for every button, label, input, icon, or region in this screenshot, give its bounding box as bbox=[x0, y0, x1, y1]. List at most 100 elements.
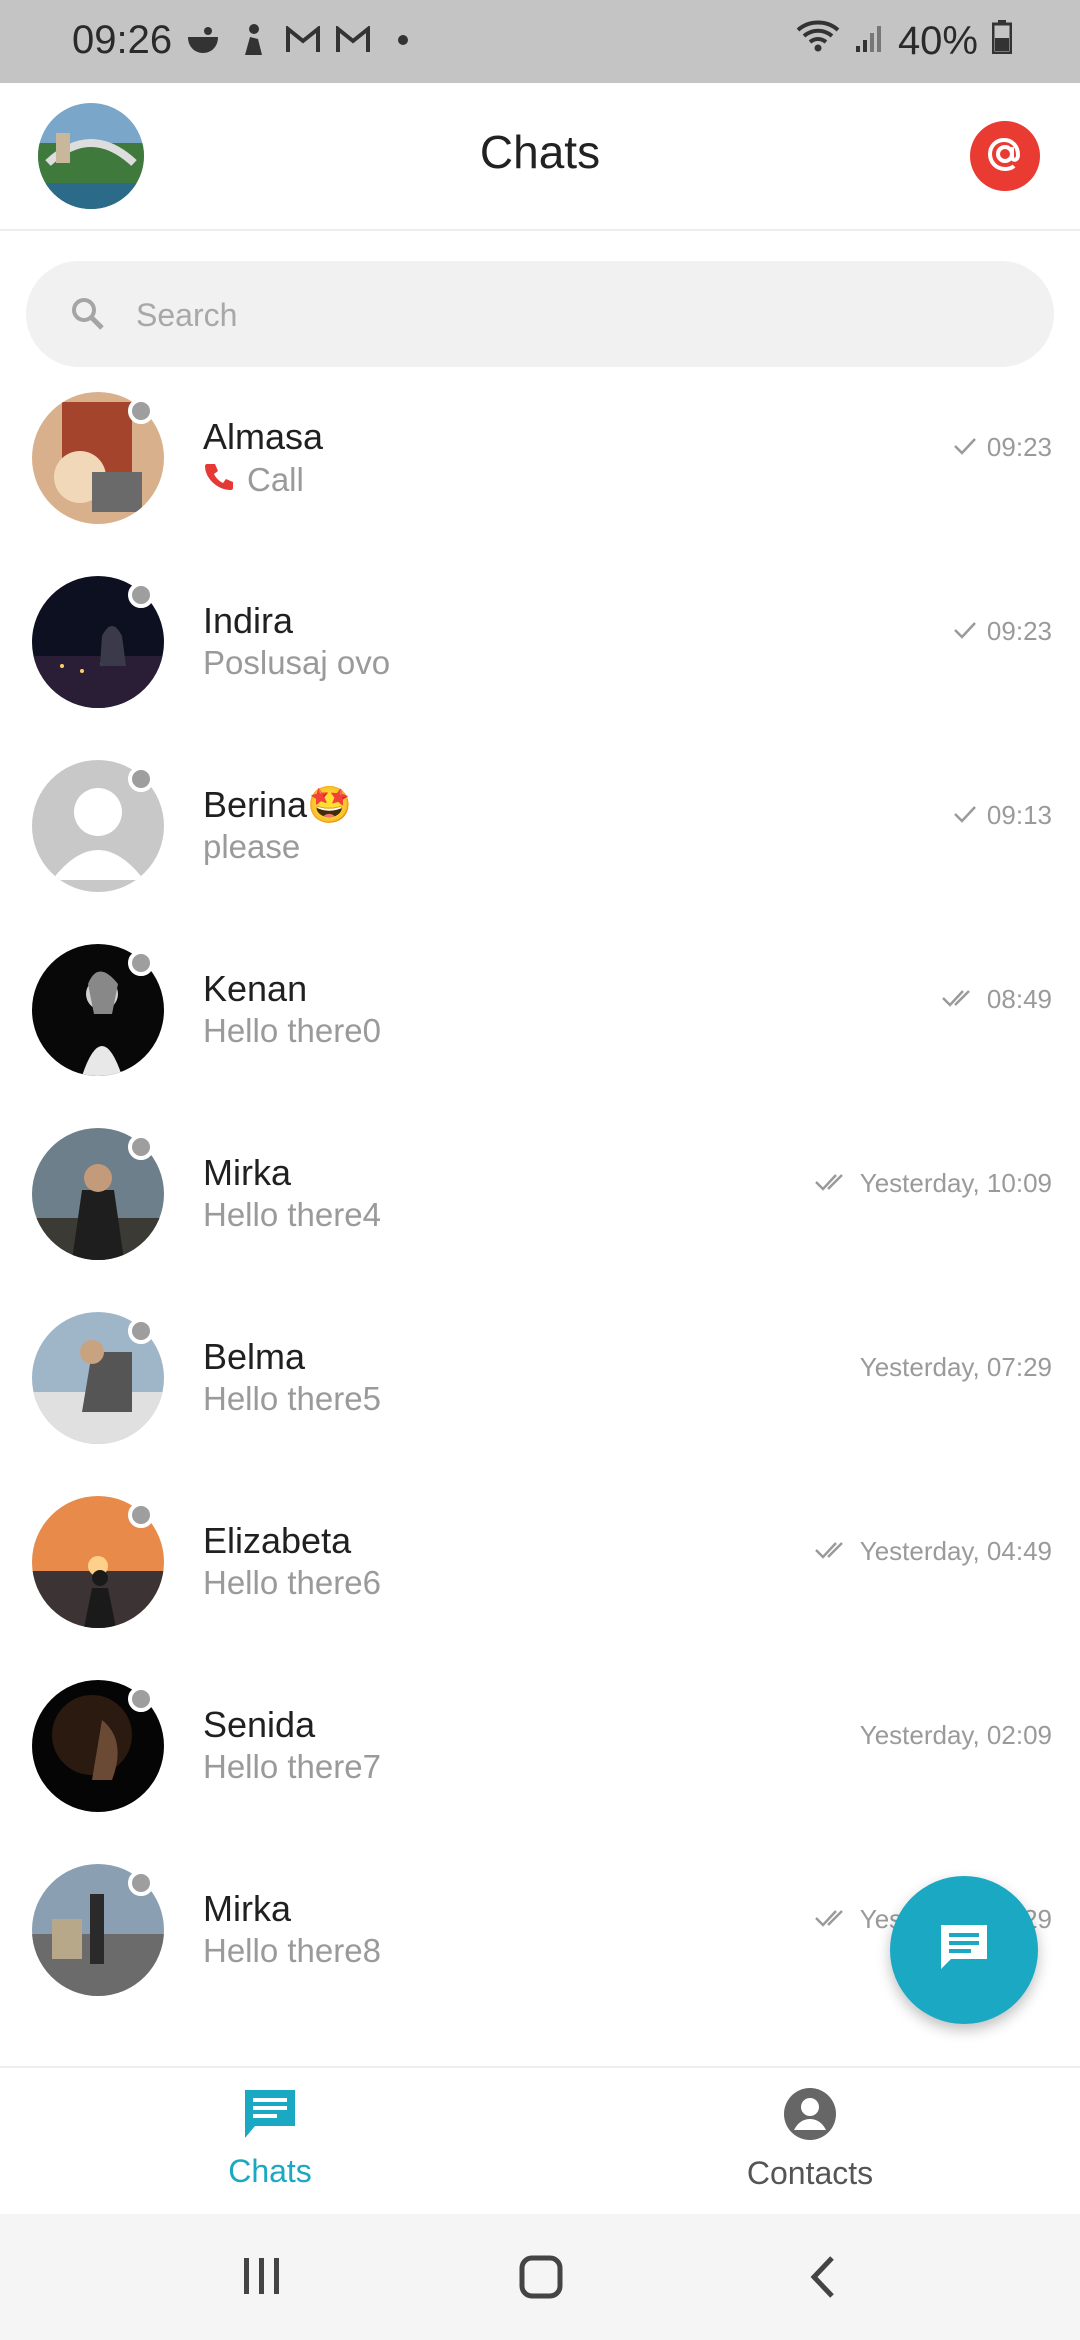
status-right: 40% bbox=[796, 18, 1013, 64]
last-message-text: Hello there0 bbox=[203, 1012, 381, 1049]
last-message-text: Poslusaj ovo bbox=[203, 644, 391, 681]
last-message-text: Hello there8 bbox=[203, 1932, 381, 1969]
battery-percent: 40% bbox=[897, 18, 978, 63]
time-text: Yesterday, 07:29 bbox=[859, 1352, 1052, 1382]
tab-contacts-label: Contacts bbox=[746, 2155, 874, 2191]
chat-row-4[interactable]: Mirka Hello there4 Yesterday, 10:09 bbox=[0, 1112, 1080, 1296]
message-time: Yesterday, 04:49 bbox=[814, 1536, 1052, 1567]
contact-name: Berina🤩 bbox=[203, 784, 352, 825]
time-text: 08:49 bbox=[986, 984, 1052, 1014]
contact-name: Mirka bbox=[203, 1888, 291, 1929]
message-time: Yesterday, 02:09 bbox=[860, 1720, 1052, 1751]
presence-indicator bbox=[128, 398, 154, 424]
time-text: 09:13 bbox=[986, 800, 1052, 830]
chat-row-0[interactable]: Almasa Call 09:23 bbox=[0, 376, 1080, 560]
message-time: Yesterday, 07:29 bbox=[860, 1352, 1052, 1383]
chat-row-3[interactable]: Kenan Hello there0 08:49 bbox=[0, 928, 1080, 1112]
last-message: Poslusaj ovo bbox=[203, 644, 390, 682]
last-message: Hello there4 bbox=[203, 1196, 381, 1234]
presence-indicator bbox=[128, 1502, 154, 1528]
presence-indicator bbox=[128, 1686, 154, 1712]
last-message-text: please bbox=[203, 828, 301, 865]
double-check-icon bbox=[814, 1904, 850, 1935]
message-time: 09:13 bbox=[953, 800, 1052, 831]
gmail-icon-2 bbox=[335, 22, 371, 58]
contact-name: Elizabeta bbox=[203, 1520, 352, 1561]
presence-indicator bbox=[128, 1134, 154, 1160]
chat-list: Almasa Call 09:23 Indira Poslusaj ovo 09:23 Be… bbox=[0, 376, 1080, 2032]
tab-chats-label: Chats bbox=[228, 2153, 312, 2189]
contact-name: Belma bbox=[203, 1336, 306, 1377]
last-message: please bbox=[203, 828, 300, 866]
chat-bubble-icon bbox=[241, 2090, 299, 2144]
check-icon bbox=[953, 800, 977, 831]
battery-icon bbox=[991, 19, 1013, 64]
home-button[interactable] bbox=[518, 2254, 564, 2305]
account-circle-icon bbox=[782, 2088, 838, 2146]
search-placeholder: Search bbox=[136, 297, 238, 333]
last-message: Hello there8 bbox=[203, 1932, 381, 1970]
presence-indicator bbox=[128, 1870, 154, 1896]
presence-indicator bbox=[128, 582, 154, 608]
presence-indicator bbox=[128, 766, 154, 792]
chat-row-6[interactable]: Elizabeta Hello there6 Yesterday, 04:49 bbox=[0, 1480, 1080, 1664]
message-time: 09:23 bbox=[953, 616, 1052, 647]
time-text: 09:23 bbox=[986, 432, 1052, 462]
contact-name: Mirka bbox=[203, 1152, 291, 1193]
wifi-icon bbox=[796, 18, 840, 64]
contact-name: Indira bbox=[203, 600, 294, 641]
last-message: Hello there6 bbox=[203, 1564, 381, 1602]
at-icon bbox=[984, 133, 1026, 180]
contact-name: Kenan bbox=[203, 968, 308, 1009]
check-icon bbox=[953, 432, 977, 463]
last-message: Call bbox=[203, 460, 304, 500]
chat-row-7[interactable]: Senida Hello there7 Yesterday, 02:09 bbox=[0, 1664, 1080, 1848]
recent-apps-button[interactable] bbox=[238, 2254, 286, 2303]
mention-button[interactable] bbox=[970, 121, 1040, 191]
search-input[interactable]: Search bbox=[26, 261, 1054, 367]
double-check-icon bbox=[941, 984, 977, 1015]
phone-icon bbox=[203, 460, 235, 500]
presence-indicator bbox=[128, 1318, 154, 1344]
double-check-icon bbox=[814, 1168, 850, 1199]
time-text: Yesterday, 02:09 bbox=[859, 1720, 1052, 1750]
chat-row-2[interactable]: Berina🤩 please 09:13 bbox=[0, 744, 1080, 928]
contact-name: Senida bbox=[203, 1704, 316, 1745]
tab-contacts[interactable]: Contacts bbox=[690, 2086, 930, 2192]
message-time: 08:49 bbox=[941, 984, 1052, 1015]
signal-icon bbox=[854, 19, 884, 64]
last-message-text: Hello there5 bbox=[203, 1380, 381, 1417]
presence-indicator bbox=[128, 950, 154, 976]
last-message-text: Hello there6 bbox=[203, 1564, 381, 1601]
notification-icons bbox=[185, 22, 421, 58]
double-check-icon bbox=[814, 1536, 850, 1567]
time-text: 09:23 bbox=[986, 616, 1052, 646]
last-message-text: Call bbox=[247, 461, 304, 498]
chat-row-5[interactable]: Belma Hello there5 Yesterday, 07:29 bbox=[0, 1296, 1080, 1480]
last-message-text: Hello there7 bbox=[203, 1748, 381, 1785]
status-bar: 09:26 40% bbox=[0, 0, 1080, 83]
status-time: 09:26 bbox=[72, 18, 173, 62]
figure-icon bbox=[235, 22, 271, 58]
tab-chats[interactable]: Chats bbox=[150, 2086, 390, 2190]
last-message: Hello there7 bbox=[203, 1748, 381, 1786]
message-time: Yesterday, 10:09 bbox=[814, 1168, 1052, 1199]
more-dot-icon bbox=[385, 22, 421, 58]
back-button[interactable] bbox=[806, 2254, 840, 2305]
message-icon bbox=[935, 1919, 993, 1982]
new-chat-button[interactable] bbox=[890, 1876, 1038, 2024]
last-message: Hello there0 bbox=[203, 1012, 381, 1050]
last-message-text: Hello there4 bbox=[203, 1196, 381, 1233]
chat-row-1[interactable]: Indira Poslusaj ovo 09:23 bbox=[0, 560, 1080, 744]
page-title: Chats bbox=[479, 126, 601, 178]
time-text: Yesterday, 04:49 bbox=[859, 1536, 1052, 1566]
message-time: 09:23 bbox=[953, 432, 1052, 463]
contact-name: Almasa bbox=[203, 416, 324, 457]
gmail-icon bbox=[285, 22, 321, 58]
time-text: Yesterday, 10:09 bbox=[859, 1168, 1052, 1198]
check-icon bbox=[953, 616, 977, 647]
system-nav-bar bbox=[0, 2214, 1080, 2340]
bowl-icon bbox=[185, 22, 221, 58]
bottom-navigation: Chats Contacts bbox=[0, 2066, 1080, 2214]
app-bar: Chats bbox=[0, 83, 1080, 231]
